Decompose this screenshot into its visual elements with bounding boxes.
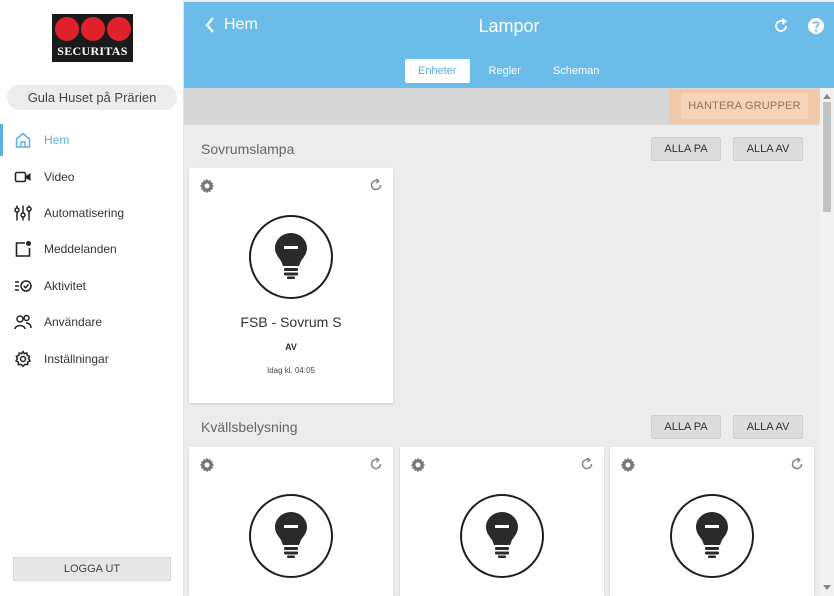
home-icon bbox=[15, 132, 31, 148]
refresh-icon[interactable] bbox=[772, 17, 790, 35]
sidebar-item-anvandare[interactable]: Användare bbox=[0, 304, 183, 340]
gear-icon[interactable] bbox=[199, 178, 215, 194]
all-on-button[interactable]: ALLA PA bbox=[651, 415, 721, 439]
sidebar-item-label: Automatisering bbox=[44, 205, 125, 220]
tab-bar: Enheter Regler Scheman bbox=[405, 59, 618, 83]
sidebar-item-aktivitet[interactable]: Aktivitet bbox=[0, 268, 183, 304]
all-off-button[interactable]: ALLA AV bbox=[733, 137, 803, 161]
lightbulb-icon bbox=[275, 233, 307, 279]
device-card bbox=[610, 447, 814, 596]
settings-icon bbox=[14, 349, 32, 367]
group-title-kvallsbelysning: Kvällsbelysning bbox=[201, 419, 298, 435]
device-state: AV bbox=[285, 342, 297, 352]
lamp-toggle[interactable] bbox=[460, 494, 544, 578]
refresh-icon[interactable] bbox=[790, 457, 804, 471]
page-title: Lampor bbox=[478, 16, 540, 36]
tab-regler[interactable]: Regler bbox=[476, 59, 534, 83]
scrollbar-thumb[interactable] bbox=[823, 102, 831, 212]
lamp-toggle[interactable] bbox=[249, 494, 333, 578]
lamp-toggle[interactable] bbox=[249, 215, 333, 299]
lightbulb-icon bbox=[486, 512, 518, 558]
all-on-button[interactable]: ALLA PA bbox=[651, 137, 721, 161]
sidebar-item-installningar[interactable]: Inställningar bbox=[0, 340, 183, 376]
refresh-icon[interactable] bbox=[580, 457, 594, 471]
device-card bbox=[400, 447, 604, 596]
sidebar-item-meddelanden[interactable]: Meddelanden bbox=[0, 231, 183, 267]
gear-icon[interactable] bbox=[199, 457, 215, 473]
device-name: FSB - Sovrum S bbox=[240, 314, 342, 330]
device-card bbox=[189, 447, 393, 596]
tab-enheter[interactable]: Enheter bbox=[405, 59, 470, 83]
lamp-toggle[interactable] bbox=[670, 494, 754, 578]
sliders-icon bbox=[14, 205, 32, 221]
sidebar-item-label: Meddelanden bbox=[44, 242, 117, 257]
video-camera-icon bbox=[14, 171, 31, 182]
gear-icon[interactable] bbox=[620, 457, 636, 473]
sidebar-item-label: Aktivitet bbox=[44, 278, 87, 293]
sidebar-item-label: Användare bbox=[44, 315, 103, 330]
sidebar-item-automatisering[interactable]: Automatisering bbox=[0, 195, 183, 231]
lightbulb-icon bbox=[275, 512, 307, 558]
group-toolbar: HANTERA GRUPPER bbox=[184, 88, 820, 125]
users-icon bbox=[14, 314, 32, 330]
lightbulb-icon bbox=[696, 512, 728, 558]
manage-groups-button[interactable]: HANTERA GRUPPER bbox=[669, 89, 820, 123]
sidebar-item-hem[interactable]: Hem bbox=[0, 122, 183, 158]
message-icon bbox=[15, 241, 31, 258]
sidebar-item-label: Inställningar bbox=[44, 351, 109, 366]
all-off-button[interactable]: ALLA AV bbox=[733, 415, 803, 439]
help-icon[interactable] bbox=[807, 17, 825, 35]
refresh-icon[interactable] bbox=[369, 457, 383, 471]
scroll-up-icon[interactable] bbox=[823, 94, 831, 99]
app-header: Hem Lampor Enheter Regler Scheman bbox=[184, 2, 834, 88]
group-title-sovrumslampa: Sovrumslampa bbox=[201, 141, 295, 157]
device-card: FSB - Sovrum S AV Idag kl. 04:05 bbox=[189, 168, 393, 403]
gear-icon[interactable] bbox=[410, 457, 426, 473]
activity-icon bbox=[15, 280, 32, 292]
home-selector[interactable]: Gula Huset på Prärien bbox=[7, 85, 177, 110]
scroll-down-icon[interactable] bbox=[823, 585, 831, 590]
device-last-updated: Idag kl. 04:05 bbox=[266, 366, 316, 375]
sidebar-item-label: Video bbox=[44, 169, 75, 184]
sidebar: SECURITAS Gula Huset på Prärien Hem Vide… bbox=[0, 0, 184, 596]
refresh-icon[interactable] bbox=[369, 178, 383, 192]
securitas-logo: SECURITAS bbox=[52, 14, 133, 62]
sidebar-item-label: Hem bbox=[44, 133, 70, 148]
tab-scheman[interactable]: Scheman bbox=[540, 59, 612, 83]
sidebar-nav: Hem Video Automatisering Meddelanden Akt… bbox=[0, 122, 183, 377]
vertical-scrollbar[interactable] bbox=[820, 88, 834, 596]
sidebar-item-video[interactable]: Video bbox=[0, 158, 183, 194]
logout-button[interactable]: LOGGA UT bbox=[13, 557, 171, 581]
